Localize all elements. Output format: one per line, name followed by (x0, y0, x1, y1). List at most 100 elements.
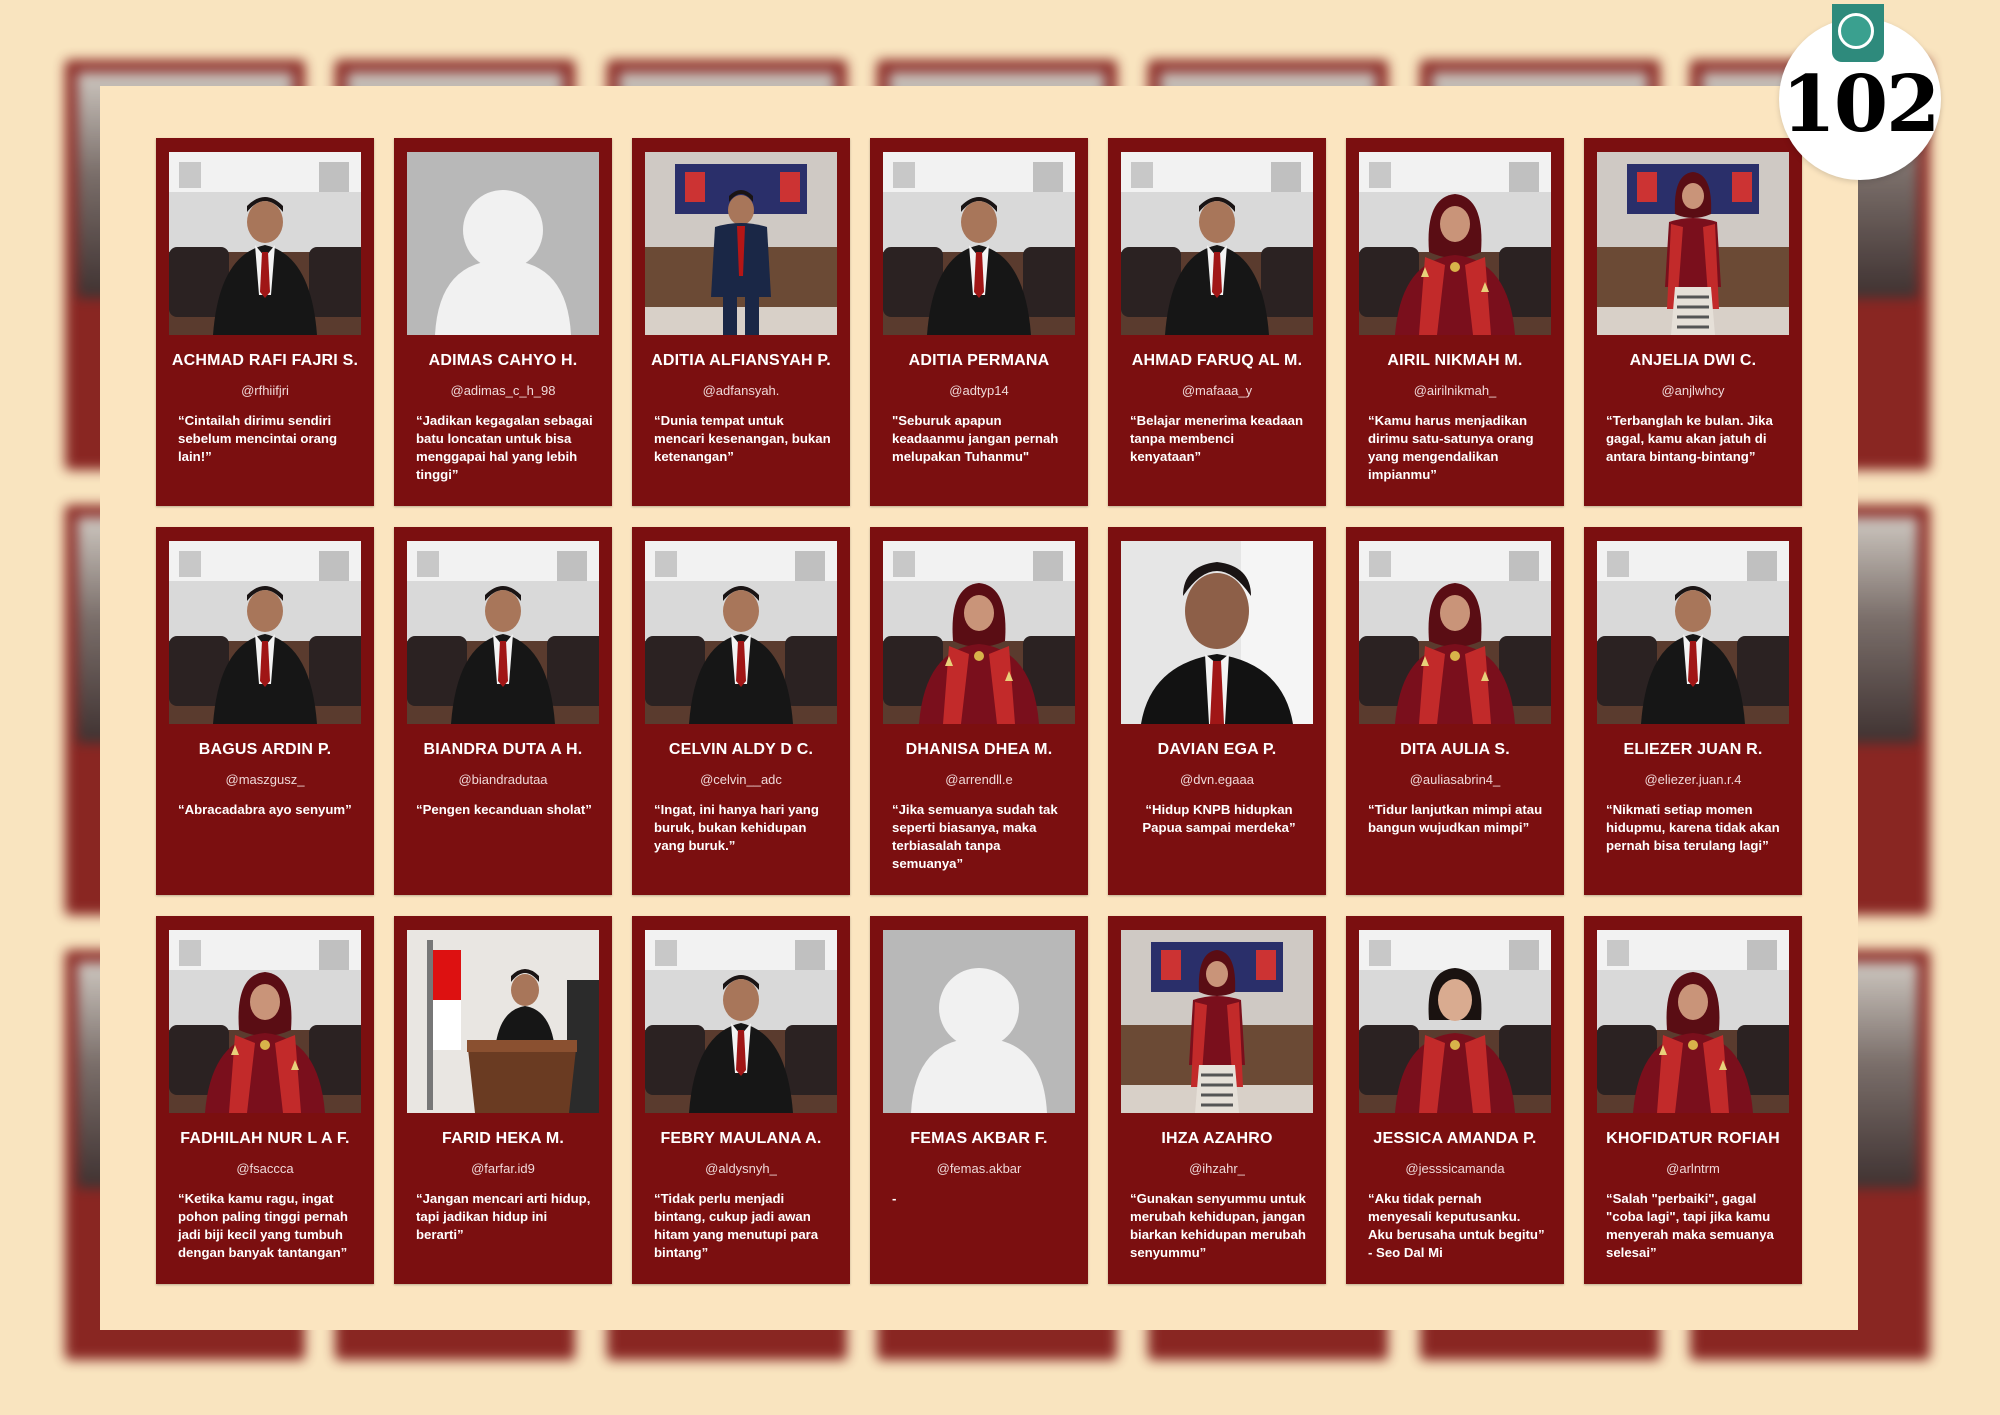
student-quote: “Jika semuanya sudah tak seperti biasany… (892, 802, 1058, 871)
student-photo (1121, 930, 1313, 1113)
student-photo (1121, 152, 1313, 335)
student-photo (169, 541, 361, 724)
student-name: FADHILAH NUR L A F. (180, 1130, 350, 1147)
student-quote: “Salah "perbaiki", gagal "coba lagi", ta… (1606, 1191, 1774, 1260)
student-quote: “Belajar menerima keadaan tanpa membenci… (1130, 413, 1303, 464)
student-photo (1597, 541, 1789, 724)
student-quote: “Gunakan senyummu untuk merubah kehidupa… (1130, 1191, 1306, 1260)
student-quote: “Jadikan kegagalan sebagai batu loncatan… (416, 413, 593, 482)
student-name: ACHMAD RAFI FAJRI S. (171, 352, 359, 369)
avatar-placeholder-icon (407, 152, 599, 335)
student-handle: @aldysnyh_ (705, 1161, 777, 1176)
student-handle: @celvin__adc (700, 772, 782, 787)
student-handle: @adtyp14 (949, 383, 1009, 398)
student-name: BAGUS ARDIN P. (198, 741, 332, 758)
student-handle: @adimas_c_h_98 (450, 383, 556, 398)
student-card: AIRIL NIKMAH M. @airilnikmah_ “Kamu harus … (1346, 138, 1564, 506)
student-card: ANJELIA DWI C. @anjlwhcy “Terbanglah ke bu… (1584, 138, 1802, 506)
student-quote: “Abracadabra ayo senyum” (178, 802, 352, 817)
student-name: FEBRY MAULANA A. (660, 1130, 822, 1147)
student-handle: @arrendll.e (945, 772, 1013, 787)
student-card: DITA AULIA S. @auliasabrin4_ “Tidur lanjut… (1346, 527, 1564, 895)
student-quote: “Nikmati setiap momen hidupmu, karena ti… (1606, 802, 1780, 853)
student-quote: “Jangan mencari arti hidup, tapi jadikan… (416, 1191, 591, 1242)
student-handle: @arlntrm (1666, 1161, 1720, 1176)
student-card: BIANDRA DUTA A H. @biandradutaa “Pengen ke… (394, 527, 612, 895)
student-card: IHZA AZAHRO @ihzahr_ “Gunakan senyummu unt… (1108, 916, 1326, 1284)
student-quote: “Ketika kamu ragu, ingat pohon paling ti… (178, 1191, 348, 1260)
student-handle: @rfhiifjri (241, 383, 289, 398)
student-handle: @femas.akbar (936, 1161, 1022, 1176)
student-name: FEMAS AKBAR F. (910, 1130, 1048, 1147)
page-number: 102 (1781, 59, 1941, 150)
student-card: ADITIA ALFIANSYAH P. @adfansyah. “Dunia te… (632, 138, 850, 506)
student-name: BIANDRA DUTA A H. (423, 741, 583, 758)
student-quote: “Kamu harus menjadikan dirimu satu-satun… (1368, 413, 1534, 482)
student-photo (645, 152, 837, 335)
student-name: IHZA AZAHRO (1161, 1130, 1273, 1147)
student-photo (1597, 152, 1789, 335)
student-quote: “Dunia tempat untuk mencari kesenangan, … (654, 413, 831, 464)
student-name: AIRIL NIKMAH M. (1387, 352, 1523, 369)
student-quote: - (892, 1191, 897, 1206)
student-handle: @auliasabrin4_ (1409, 772, 1501, 787)
student-quote: “Pengen kecanduan sholat” (416, 802, 592, 817)
student-quote: “Cintailah dirimu sendiri sebelum mencin… (178, 413, 338, 464)
student-card: ADITIA PERMANA @adtyp14 "Seburuk apapun ke… (870, 138, 1088, 506)
student-quote: “Terbanglah ke bulan. Jika gagal, kamu a… (1606, 413, 1773, 464)
student-photo (169, 152, 361, 335)
student-name: JESSICA AMANDA P. (1373, 1130, 1537, 1147)
student-card: JESSICA AMANDA P. @jesssicamanda “Aku tida… (1346, 916, 1564, 1284)
student-photo (883, 541, 1075, 724)
student-photo (645, 930, 837, 1113)
student-handle: @anjlwhcy (1661, 383, 1725, 398)
student-name: KHOFIDATUR ROFIAH (1606, 1130, 1780, 1147)
student-handle: @mafaaa_y (1181, 383, 1253, 398)
student-name: AHMAD FARUQ AL M. (1131, 352, 1303, 369)
student-card: FEMAS AKBAR F. @femas.akbar - (870, 916, 1088, 1284)
student-quote: “Hidup KNPB hidupkan Papua sampai merdek… (1142, 802, 1296, 835)
student-handle: @fsaccca (236, 1161, 294, 1176)
student-photo (1359, 930, 1551, 1113)
student-handle: @airilnikmah_ (1413, 383, 1497, 398)
student-card: ELIEZER JUAN R. @eliezer.juan.r.4 “Nikmati… (1584, 527, 1802, 895)
student-name: DAVIAN EGA P. (1157, 741, 1277, 758)
student-quote: "Seburuk apapun keadaanmu jangan pernah … (892, 413, 1059, 464)
avatar-placeholder-icon (883, 930, 1075, 1113)
student-card: CELVIN ALDY D C. @celvin__adc “Ingat, ini … (632, 527, 850, 895)
student-name: FARID HEKA M. (441, 1130, 564, 1147)
student-card: FADHILAH NUR L A F. @fsaccca “Ketika kamu … (156, 916, 374, 1284)
student-handle: @maszgusz_ (225, 772, 305, 787)
student-name: ANJELIA DWI C. (1629, 352, 1757, 369)
student-name: CELVIN ALDY D C. (668, 741, 814, 758)
student-photo (1597, 930, 1789, 1113)
student-quote: “Tidur lanjutkan mimpi atau bangun wujud… (1368, 802, 1543, 835)
student-photo (407, 930, 599, 1113)
student-name: DHANISA DHEA M. (905, 741, 1053, 758)
student-card: FARID HEKA M. @farfar.id9 “Jangan mencari … (394, 916, 612, 1284)
student-quote: “Aku tidak pernah menyesali keputusanku.… (1368, 1191, 1545, 1260)
student-handle: @dvn.egaaa (1180, 772, 1254, 787)
student-name: DITA AULIA S. (1400, 741, 1510, 758)
student-photo (407, 541, 599, 724)
student-photo (169, 930, 361, 1113)
student-handle: @adfansyah. (702, 383, 780, 398)
student-quote: “Ingat, ini hanya hari yang buruk, bukan… (654, 802, 819, 853)
student-photo (645, 541, 837, 724)
student-handle: @biandradutaa (458, 772, 548, 787)
student-card: FEBRY MAULANA A. @aldysnyh_ “Tidak perlu m… (632, 916, 850, 1284)
student-photo (1359, 152, 1551, 335)
student-name: ADITIA PERMANA (908, 352, 1050, 369)
student-photo (1359, 541, 1551, 724)
student-photo (1121, 541, 1313, 724)
student-photo (883, 152, 1075, 335)
student-card: ACHMAD RAFI FAJRI S. @rfhiifjri “Cintailah… (156, 138, 374, 506)
student-card: KHOFIDATUR ROFIAH @arlntrm “Salah "perbaik… (1584, 916, 1802, 1284)
student-name: ADITIA ALFIANSYAH P. (651, 352, 831, 369)
student-card: DHANISA DHEA M. @arrendll.e “Jika semuanya… (870, 527, 1088, 895)
student-name: ELIEZER JUAN R. (1623, 741, 1763, 758)
student-quote: “Tidak perlu menjadi bintang, cukup jadi… (654, 1191, 819, 1260)
student-handle: @jesssicamanda (1405, 1161, 1505, 1176)
student-card: DAVIAN EGA P. @dvn.egaaa “Hidup KNPB hidup… (1108, 527, 1326, 895)
student-name: ADIMAS CAHYO H. (428, 352, 578, 369)
